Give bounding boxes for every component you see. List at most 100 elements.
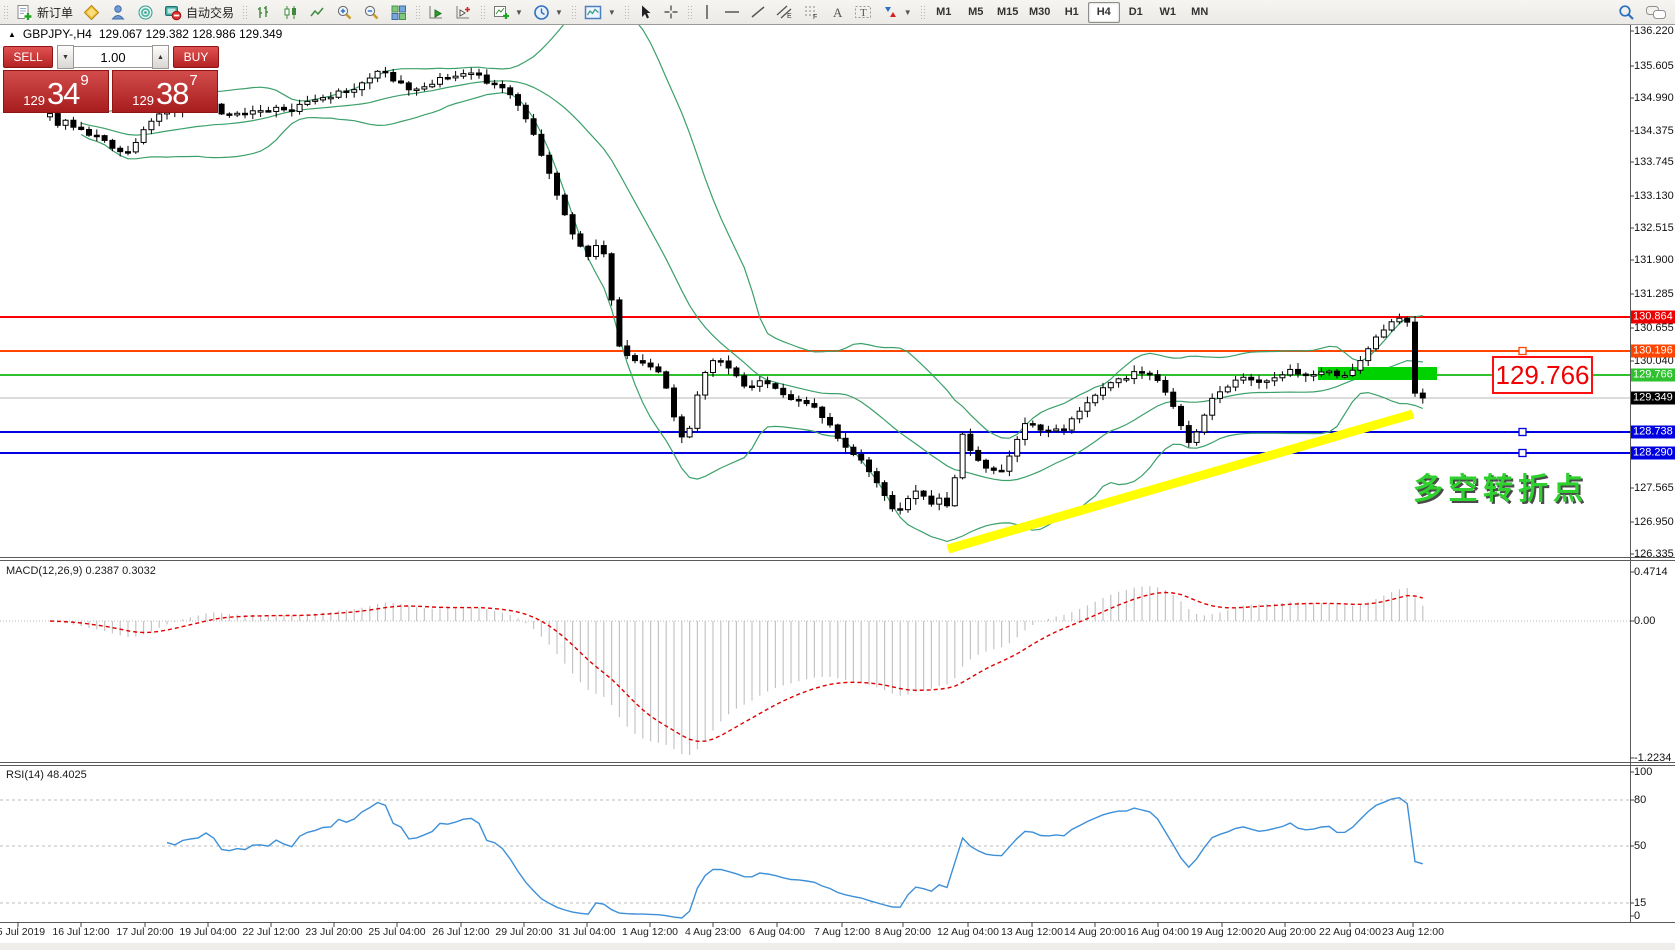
chat-icon[interactable] (1645, 4, 1667, 21)
toolbar-group-separator (479, 4, 486, 20)
trendline-icon (750, 4, 766, 20)
crosshair-icon (663, 4, 679, 20)
zoom-in-button[interactable] (331, 0, 358, 24)
timeframe-button-h4[interactable]: H4 (1088, 2, 1120, 23)
trendline-button[interactable] (745, 0, 771, 24)
buy-price-pip: 7 (189, 73, 197, 88)
timeframe-button-h1[interactable]: H1 (1056, 2, 1088, 23)
auto-scroll-button[interactable] (423, 0, 450, 24)
svg-text:T: T (860, 7, 867, 19)
arrows-dropdown[interactable]: ▼ (877, 0, 917, 24)
horizontal-line-icon (724, 4, 740, 20)
fibonacci-icon: F (803, 4, 820, 20)
toolbar-group-separator (623, 4, 630, 20)
cursor-button[interactable] (632, 0, 658, 24)
volume-input[interactable]: 1.00 (74, 46, 152, 68)
vertical-line-icon (700, 4, 714, 20)
bollinger-bands (81, 5, 1423, 541)
buy-price-big: 38 (156, 78, 188, 109)
clock-icon (533, 4, 550, 21)
volume-decrease-button[interactable]: ▼ (57, 45, 74, 69)
spiral-icon (137, 4, 154, 21)
sell-price-big: 34 (47, 78, 79, 109)
text-label-icon: T (854, 4, 872, 20)
toolbar-group-separator (919, 4, 926, 20)
timeframe-button-d1[interactable]: D1 (1120, 2, 1152, 23)
volume-stepper: ▼ 1.00 ▲ (57, 46, 169, 68)
equidistant-channel-button[interactable]: E (771, 0, 798, 24)
timeframe-button-w1[interactable]: W1 (1152, 2, 1184, 23)
horizontal-line-button[interactable] (719, 0, 745, 24)
person-icon (110, 4, 127, 21)
chart-shift-button[interactable] (450, 0, 477, 24)
arrows-icon (882, 4, 899, 20)
indicators-dropdown[interactable]: ▼ (579, 0, 621, 24)
text-label-button[interactable]: T (849, 0, 877, 24)
timeframe-button-m1[interactable]: M1 (928, 2, 960, 23)
toolbar-group-separator (414, 4, 421, 20)
text-icon: A (830, 4, 844, 20)
macd-histogram (0, 586, 1630, 755)
line-handles[interactable] (1519, 348, 1540, 457)
sell-price-prefix: 129 (23, 92, 45, 109)
autotrading-icon (164, 4, 182, 21)
channel-icon: E (776, 4, 793, 20)
toolbar-group-separator (686, 4, 693, 20)
svg-text:E: E (787, 13, 792, 20)
line-chart-button[interactable] (304, 0, 331, 24)
tile-windows-button[interactable] (385, 0, 412, 24)
profiles-dropdown[interactable]: ▼ (528, 0, 568, 24)
sell-price-quote[interactable]: 129 34 9 (3, 70, 109, 113)
new-order-icon (16, 4, 33, 21)
svg-text:A: A (833, 5, 843, 20)
search-icon[interactable] (1618, 4, 1635, 21)
buy-price-quote[interactable]: 129 38 7 (112, 70, 218, 113)
line-chart-icon (309, 4, 326, 21)
zoom-out-button[interactable] (358, 0, 385, 24)
auto-scroll-icon (428, 4, 445, 21)
crosshair-button[interactable] (658, 0, 684, 24)
timeframe-button-mn[interactable]: MN (1184, 2, 1216, 23)
gold-diamond-icon (83, 4, 100, 21)
vertical-line-button[interactable] (695, 0, 719, 24)
new-chart-icon (493, 4, 510, 21)
volume-increase-button[interactable]: ▲ (152, 45, 169, 69)
timeframe-button-m15[interactable]: M15 (992, 2, 1024, 23)
toolbar-group-separator (241, 4, 248, 20)
fibonacci-button[interactable]: F (798, 0, 825, 24)
buy-button[interactable]: BUY (173, 46, 219, 68)
cursor-icon (637, 4, 653, 20)
market-watch-button[interactable] (78, 0, 105, 24)
new-order-button[interactable]: 新订单 (11, 0, 78, 24)
toolbar-drag-handle (2, 4, 9, 20)
sell-price-pip: 9 (80, 73, 88, 88)
ohlc-bars-icon (255, 4, 272, 21)
zoom-in-icon (336, 4, 353, 21)
autotrading-button[interactable]: 自动交易 (159, 0, 239, 24)
signals-button[interactable] (132, 0, 159, 24)
timeframe-toolbar: M1M5M15M30H1H4D1W1MN (928, 0, 1216, 24)
timeframe-button-m5[interactable]: M5 (960, 2, 992, 23)
chart-canvas (0, 0, 1675, 950)
data-window-button[interactable] (105, 0, 132, 24)
tile-windows-icon (390, 4, 407, 21)
indicators-icon (584, 4, 603, 21)
candlestick-series (48, 67, 1426, 515)
chart-shift-icon (455, 4, 472, 21)
chart-frame (0, 24, 1675, 927)
candlestick-button[interactable] (277, 0, 304, 24)
candlestick-icon (282, 4, 299, 21)
rsi-line (167, 798, 1423, 918)
main-toolbar: 新订单 自动交易 (0, 0, 1675, 25)
new-chart-dropdown[interactable]: ▼ (488, 0, 528, 24)
sell-button[interactable]: SELL (3, 46, 53, 68)
buy-price-prefix: 129 (132, 92, 154, 109)
autotrading-label: 自动交易 (186, 4, 234, 21)
one-click-trading-panel: SELL ▼ 1.00 ▲ BUY 129 34 9 129 38 7 (3, 46, 219, 113)
bar-chart-button[interactable] (250, 0, 277, 24)
text-button[interactable]: A (825, 0, 849, 24)
new-order-label: 新订单 (37, 4, 73, 21)
toolbar-group-separator (570, 4, 577, 20)
svg-text:F: F (813, 14, 817, 20)
timeframe-button-m30[interactable]: M30 (1024, 2, 1056, 23)
